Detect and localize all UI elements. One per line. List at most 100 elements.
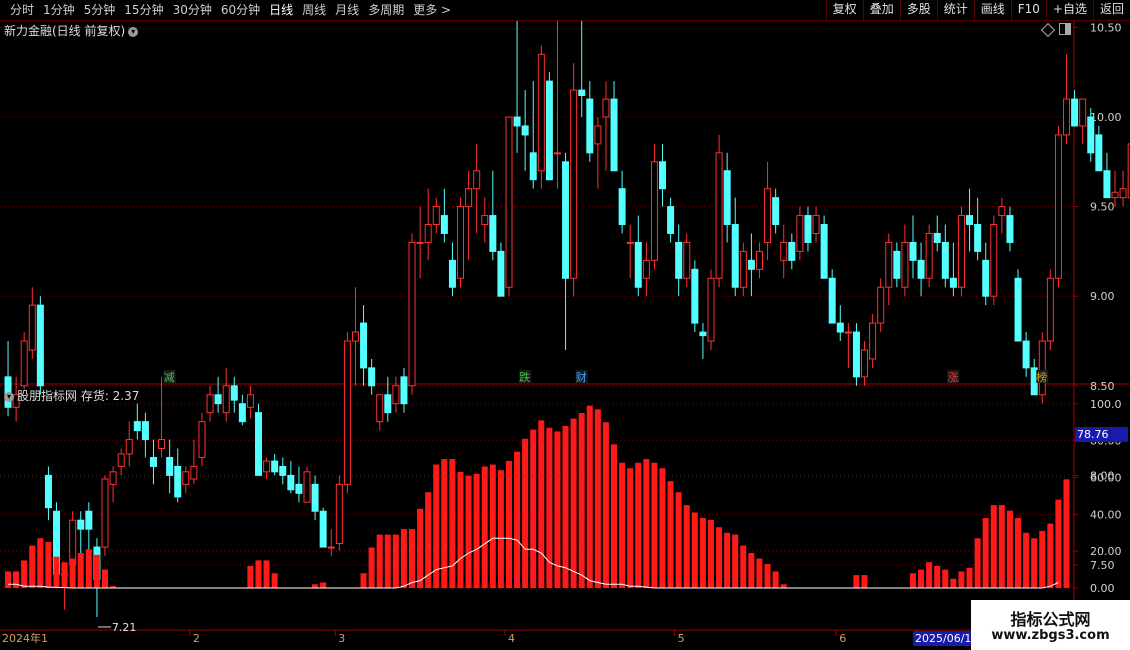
tab-more[interactable]: 更多 > — [409, 2, 456, 18]
candle — [861, 349, 869, 378]
indicator-bar — [998, 505, 1005, 588]
tab-weekly[interactable]: 周线 — [298, 2, 331, 18]
candle — [917, 259, 925, 279]
candle — [505, 116, 513, 288]
indicator-bar — [619, 462, 626, 588]
indicator-bar — [85, 549, 92, 588]
restore-rights-button[interactable]: 复权 — [825, 0, 863, 20]
tab-monthly[interactable]: 月线 — [331, 2, 364, 18]
add-watchlist-button[interactable]: +自选 — [1045, 0, 1093, 20]
chevron-down-icon[interactable]: ▾ — [128, 26, 139, 37]
candle — [214, 394, 222, 405]
y-tick-label: 9.50 — [1090, 201, 1115, 214]
candle — [101, 478, 109, 548]
candle — [158, 439, 166, 450]
candle — [448, 259, 456, 288]
candle — [553, 152, 561, 155]
indicator-bar — [748, 553, 755, 588]
candle — [893, 250, 901, 279]
indicator-bar — [263, 560, 270, 588]
stock-title: 新力金融(日线 前复权) — [4, 24, 126, 38]
candle — [941, 241, 949, 279]
tab-daily[interactable]: 日线 — [265, 2, 298, 18]
indicator-bar — [505, 460, 512, 588]
candle — [28, 304, 36, 351]
overlay-button[interactable]: 叠加 — [862, 0, 900, 20]
candle — [351, 331, 359, 342]
diamond-icon[interactable] — [1040, 22, 1056, 38]
candle — [707, 277, 715, 342]
multi-stock-button[interactable]: 多股 — [899, 0, 937, 20]
candle — [222, 385, 230, 414]
candle — [925, 232, 933, 279]
back-button[interactable]: 返回 — [1092, 0, 1130, 20]
statistics-button[interactable]: 统计 — [936, 0, 974, 20]
f10-button[interactable]: F10 — [1010, 0, 1046, 20]
candle — [1022, 340, 1030, 369]
indicator-bar — [707, 519, 714, 588]
candle — [521, 125, 529, 136]
indicator-bar — [77, 553, 84, 588]
chevron-down-icon[interactable]: ▾ — [4, 391, 14, 402]
candle — [489, 215, 497, 252]
tab-1min[interactable]: 1分钟 — [39, 2, 80, 18]
watermark-title: 指标公式网 — [1010, 610, 1091, 629]
y-tick-label: 100.0 — [1090, 398, 1122, 411]
indicator-bar — [691, 512, 698, 588]
indicator-bar — [1055, 499, 1062, 588]
indicator-bar — [69, 558, 76, 588]
indicator-bar — [1006, 510, 1013, 588]
tab-30min[interactable]: 30分钟 — [169, 2, 217, 18]
draw-line-button[interactable]: 画线 — [973, 0, 1011, 20]
candle — [602, 98, 610, 118]
indicator-bar — [990, 505, 997, 588]
candle — [852, 331, 860, 378]
indicator-bar — [1047, 523, 1054, 588]
indicator-bar — [772, 571, 779, 588]
candle — [788, 241, 796, 261]
indicator-bar — [1023, 532, 1030, 588]
candle — [311, 483, 319, 512]
indicator-current-value: 78.76 — [1075, 427, 1128, 442]
tab-multi-period[interactable]: 多周期 — [364, 2, 409, 18]
candle — [319, 510, 327, 548]
candle — [432, 206, 440, 226]
candle — [974, 224, 982, 252]
candle — [416, 241, 424, 244]
candle — [626, 241, 634, 244]
tab-15min[interactable]: 15分钟 — [120, 2, 168, 18]
candle — [667, 206, 675, 234]
candle — [408, 241, 416, 387]
tab-60min[interactable]: 60分钟 — [217, 2, 265, 18]
candle — [1111, 191, 1119, 199]
candle — [957, 215, 965, 288]
indicator-panel-title: ▾ 股朋指标网 存货: 2.37 — [4, 387, 139, 404]
candle — [1087, 116, 1095, 154]
candle — [36, 304, 44, 387]
candle — [909, 241, 917, 261]
indicator-bar — [950, 578, 957, 588]
tab-timeshare[interactable]: 分时 — [6, 2, 39, 18]
event-marker: 减 — [164, 371, 175, 384]
candle — [537, 53, 545, 172]
indicator-bar — [909, 573, 916, 588]
candle — [1054, 134, 1062, 279]
tab-5min[interactable]: 5分钟 — [80, 2, 121, 18]
candle — [360, 322, 368, 369]
candle — [376, 394, 384, 423]
candle — [990, 224, 998, 297]
indicator-bar — [384, 534, 391, 588]
candle — [279, 465, 287, 476]
watermark: 指标公式网 www.zbgs3.com — [971, 600, 1130, 650]
candle — [400, 376, 408, 405]
indicator-bar — [611, 444, 617, 588]
candle — [1046, 277, 1054, 342]
candle — [982, 259, 990, 297]
candle — [699, 331, 707, 337]
kline-chart[interactable]: 10.5010.009.509.008.508.007.50100.080.00… — [0, 0, 1130, 650]
candle — [246, 394, 254, 408]
indicator-bar — [376, 534, 383, 588]
candle — [739, 250, 747, 288]
toggle-panel-icon[interactable] — [1059, 23, 1071, 35]
indicator-bar — [586, 405, 593, 588]
